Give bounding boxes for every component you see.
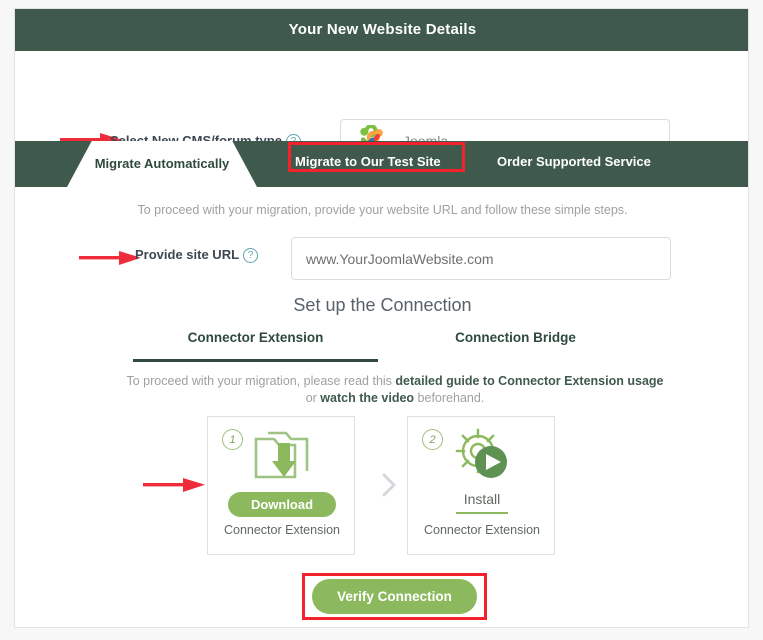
subtab-connector-extension[interactable]: Connector Extension (133, 330, 378, 345)
red-right-arrow-icon (79, 251, 141, 265)
panel-intro-text: To proceed with your migration, provide … (137, 203, 628, 217)
download-button[interactable]: Download (228, 492, 336, 517)
guide-suffix: beforehand. (414, 391, 485, 405)
help-icon[interactable]: ? (243, 248, 259, 263)
step-caption-install: Connector Extension (423, 523, 541, 537)
subtab-connection-bridge[interactable]: Connection Bridge (393, 330, 638, 345)
page-root: Your New Website Details Select New CMS/… (0, 0, 763, 640)
setup-connection-title: Set up the Connection (293, 295, 472, 315)
site-url-input[interactable] (291, 237, 671, 280)
tab-order-supported-service[interactable]: Order Supported Service (497, 154, 651, 169)
guide-prefix: To proceed with your migration, please r… (126, 374, 396, 388)
chevron-right-icon (382, 473, 396, 497)
guide-link-detailed-guide[interactable]: detailed guide to Connector Extension us… (395, 374, 663, 388)
step-caption-download: Connector Extension (223, 523, 341, 537)
migrate-panel: To proceed with your migration, provide … (15, 187, 748, 627)
tab-migrate-automatically-label: Migrate Automatically (94, 156, 230, 171)
website-details-card: Your New Website Details Select New CMS/… (14, 8, 749, 628)
site-url-label-text: Provide site URL (135, 247, 240, 262)
step-number-badge: 1 (222, 429, 243, 450)
tab-migrate-to-test-site-highlight (288, 142, 465, 172)
install-link-underline (456, 512, 508, 514)
connection-subtabs: Connector Extension Connection Bridge (133, 330, 633, 362)
page-title: Your New Website Details (288, 21, 477, 38)
step-number-badge: 2 (422, 429, 443, 450)
verify-connection-button[interactable]: Verify Connection (312, 579, 477, 614)
install-link[interactable]: Install (408, 491, 556, 507)
folder-download-icon (254, 431, 309, 479)
site-url-label: Provide site URL? (135, 247, 259, 263)
red-right-arrow-icon (143, 478, 205, 492)
guide-link-watch-video[interactable]: watch the video (320, 391, 414, 405)
cms-select-row: Select New CMS/forum type? Joomla (15, 51, 748, 164)
step-card-install[interactable]: 2 Install Connector Extension (407, 416, 555, 555)
guide-text: To proceed with your migration, please r… (125, 373, 665, 407)
guide-middle: or (305, 391, 321, 405)
gear-play-install-icon (455, 428, 507, 478)
step-card-download[interactable]: 1 Download Connector Extension (207, 416, 355, 555)
subtab-active-underline (133, 359, 378, 362)
